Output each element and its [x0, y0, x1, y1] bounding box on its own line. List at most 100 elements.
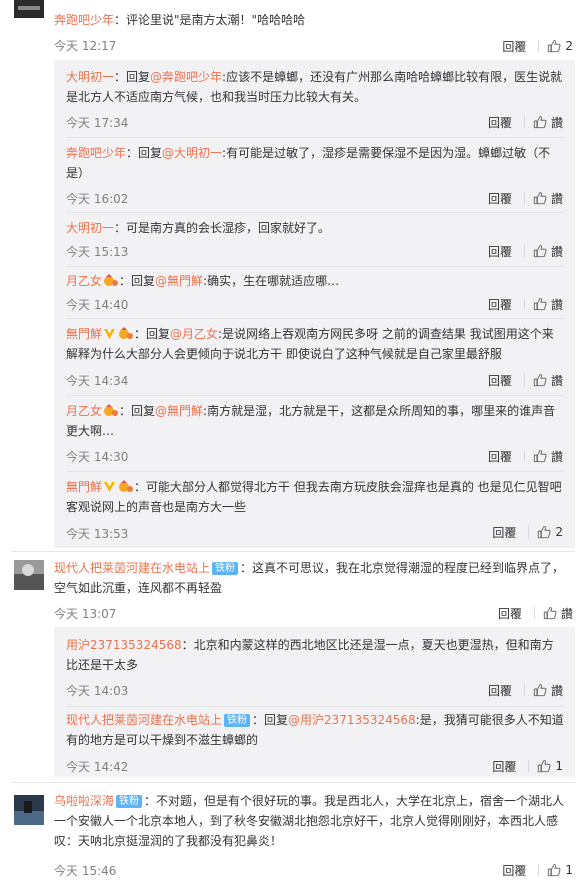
reply-username[interactable]: 月乙女 — [66, 404, 102, 418]
like-button[interactable]: 1 — [547, 863, 573, 877]
like-count: 2 — [565, 39, 573, 53]
comment-time: 今天 12:17 — [54, 39, 117, 53]
mention-link[interactable]: @月乙女 — [170, 327, 218, 341]
thumbs-up-icon — [533, 191, 547, 205]
reply-button[interactable]: 回覆 — [488, 190, 512, 207]
reply-username[interactable]: 大明初一 — [66, 221, 114, 235]
like-button[interactable]: 讚 — [533, 190, 563, 207]
reply-item: 大明初一：可是南方真的会长湿疹，回家就好了。 — [66, 221, 331, 235]
like-button[interactable]: 讚 — [533, 682, 563, 699]
reply-item: 奔跑吧少年：回复@大明初一:有可能是过敏了，湿疹是需要保湿不是因为湿。蟑螂过敏（… — [66, 146, 551, 180]
reply-button[interactable]: 回覆 — [492, 758, 516, 775]
thumbs-up-icon — [547, 39, 561, 53]
avatar[interactable] — [14, 560, 44, 590]
like-button[interactable]: 讚 — [533, 114, 563, 131]
medal-icon — [104, 404, 119, 416]
like-button[interactable]: 讚 — [543, 605, 573, 622]
fan-badge: 铁粉 — [212, 562, 239, 575]
thumbs-up-icon — [533, 244, 547, 258]
reply-button[interactable]: 回覆 — [492, 524, 516, 541]
reply-button[interactable]: 回覆 — [488, 372, 512, 389]
thumbs-up-icon — [543, 606, 557, 620]
medal-icon — [104, 274, 119, 286]
thumbs-up-icon — [533, 115, 547, 129]
avatar[interactable] — [14, 0, 44, 18]
like-button[interactable]: 2 — [547, 39, 573, 53]
comment-username[interactable]: 乌啦啦深海 — [54, 794, 114, 808]
praise-label: 讚 — [550, 115, 563, 130]
like-button[interactable]: 2 — [537, 525, 563, 539]
reply-time: 今天 14:34 — [66, 374, 129, 388]
reply-button[interactable]: 回覆 — [488, 682, 512, 699]
thumbs-up-icon — [533, 683, 547, 697]
medal-icon — [119, 327, 134, 339]
praise-label: 讚 — [550, 449, 563, 464]
mention-link[interactable]: @無門鮮 — [155, 404, 203, 418]
like-count: 2 — [555, 525, 563, 539]
comment-text: 评论里说"是南方太潮！"哈哈哈哈 — [126, 13, 306, 27]
reply-username[interactable]: 用沪237135324568 — [66, 638, 182, 652]
reply-username[interactable]: 现代人把莱茵河建在水电站上 — [66, 713, 222, 727]
reply-button[interactable]: 回覆 — [502, 862, 526, 879]
fan-badge: 铁粉 — [224, 714, 251, 727]
reply-button[interactable]: 回覆 — [488, 114, 512, 131]
like-count: 1 — [565, 863, 573, 877]
reply-button[interactable]: 回覆 — [488, 296, 512, 313]
reply-time: 今天 14:42 — [66, 760, 129, 774]
comment-time: 今天 13:07 — [54, 607, 117, 621]
reply-button[interactable]: 回覆 — [498, 605, 522, 622]
reply-item: 用沪237135324568：北京和内蒙这样的西北地区比还是湿一点，夏天也更湿热… — [66, 638, 554, 672]
like-button[interactable]: 讚 — [533, 448, 563, 465]
thumbs-up-icon — [537, 759, 551, 773]
thumbs-up-icon — [547, 863, 561, 877]
comment-username[interactable]: 现代人把莱茵河建在水电站上 — [54, 561, 210, 575]
fan-badge: 铁粉 — [116, 795, 143, 808]
comment-time: 今天 15:46 — [54, 864, 117, 878]
reply-item: 大明初一：回复@奔跑吧少年:应该不是蟑螂，还没有广州那么南哈哈蟑螂比较有限，医生… — [66, 70, 563, 104]
reply-button[interactable]: 回覆 — [488, 243, 512, 260]
comment-actions: 回覆 1 — [502, 861, 573, 879]
reply-time: 今天 13:53 — [66, 527, 129, 541]
reply-username[interactable]: 無門鮮 — [66, 327, 102, 341]
vip-v-icon — [104, 482, 116, 492]
like-button[interactable]: 讚 — [533, 372, 563, 389]
reply-list-2: 用沪237135324568：北京和内蒙这样的西北地区比还是湿一点，夏天也更湿热… — [54, 627, 575, 777]
reply-button[interactable]: 回覆 — [488, 448, 512, 465]
thumbs-up-icon — [533, 297, 547, 311]
praise-label: 讚 — [550, 683, 563, 698]
comment-username[interactable]: 奔跑吧少年 — [54, 13, 114, 27]
reply-username[interactable]: 奔跑吧少年 — [66, 146, 126, 160]
comment-actions: 回覆 2 — [502, 37, 573, 55]
praise-label: 讚 — [550, 191, 563, 206]
reply-time: 今天 16:02 — [66, 192, 129, 206]
reply-button[interactable]: 回覆 — [502, 38, 526, 55]
thumbs-up-icon — [533, 449, 547, 463]
thumbs-up-icon — [533, 373, 547, 387]
medal-icon — [119, 480, 134, 492]
reply-username[interactable]: 大明初一 — [66, 70, 114, 84]
mention-link[interactable]: @奔跑吧少年 — [150, 70, 222, 84]
reply-time: 今天 17:34 — [66, 116, 129, 130]
comment-actions: 回覆 讚 — [498, 604, 573, 622]
like-button[interactable]: 1 — [537, 759, 563, 773]
avatar[interactable] — [14, 795, 44, 825]
reply-username[interactable]: 月乙女 — [66, 274, 102, 288]
like-count: 1 — [555, 759, 563, 773]
reply-username[interactable]: 無門鮮 — [66, 480, 102, 494]
reply-time: 今天 14:03 — [66, 684, 129, 698]
praise-label: 讚 — [550, 244, 563, 259]
thumbs-up-icon — [537, 525, 551, 539]
vip-v-icon — [104, 329, 116, 339]
reply-item: 月乙女 ：回复@無門鮮:确实，生在哪就适应哪… — [66, 274, 340, 288]
mention-link[interactable]: @無門鮮 — [155, 274, 203, 288]
like-button[interactable]: 讚 — [533, 296, 563, 313]
mention-link[interactable]: @用沪237135324568 — [288, 713, 416, 727]
reply-item: 無門鮮 ：回复@月乙女:是说网络上吞观南方网民多呀 之前的调查结果 我试图用这个来… — [66, 327, 554, 361]
like-button[interactable]: 讚 — [533, 243, 563, 260]
reply-item: 無門鮮 ：可能大部分人都觉得北方干 但我去南方玩皮肤会湿痒也是真的 也是见仁见智吧… — [66, 480, 562, 514]
mention-link[interactable]: @大明初一 — [162, 146, 222, 160]
reply-item: 月乙女 ：回复@無門鮮:南方就是湿，北方就是干，这都是众所周知的事，哪里来的谁声音… — [66, 404, 556, 438]
reply-item: 现代人把莱茵河建在水电站上 铁粉 ：回复@用沪237135324568:是，我猜可能… — [66, 713, 564, 747]
reply-time: 今天 15:13 — [66, 245, 129, 259]
reply-list-1: 大明初一：回复@奔跑吧少年:应该不是蟑螂，还没有广州那么南哈哈蟑螂比较有限，医生… — [54, 60, 575, 548]
